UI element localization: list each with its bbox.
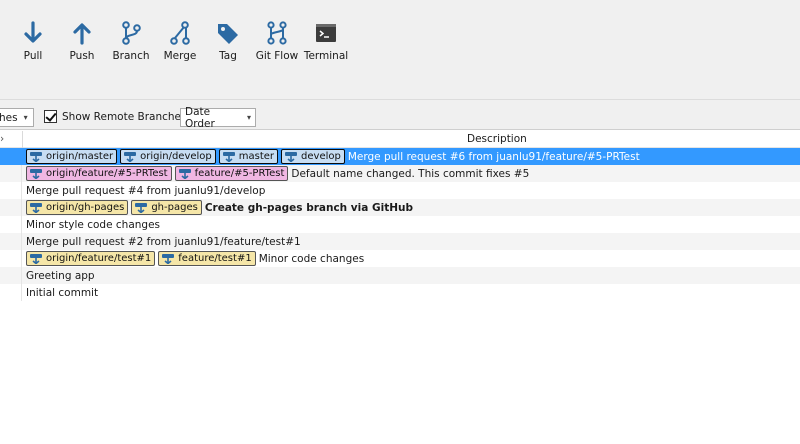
remote-branch-icon [29, 202, 43, 214]
terminal-icon [316, 24, 336, 42]
branch-label: Branch [112, 50, 150, 62]
branch-icon [222, 151, 236, 163]
graph-cell [0, 182, 22, 199]
local-branch-label[interactable]: feature/#5-PRTest [174, 166, 289, 181]
commit-message: Minor style code changes [26, 218, 160, 231]
branch-icon [122, 21, 141, 45]
branch-name: feature/#5-PRTest [194, 168, 285, 179]
remote-branch-label[interactable]: origin/master [26, 149, 118, 164]
commit-row[interactable]: origin/feature/#5-PRTest feature/#5-PRTes… [0, 165, 800, 182]
git-flow-button[interactable]: Git Flow [251, 20, 303, 62]
remote-branch-label[interactable]: origin/gh-pages [26, 200, 129, 215]
commit-row[interactable]: Initial commit [0, 284, 800, 301]
commit-message: Minor code changes [258, 252, 365, 265]
pull-icon [24, 21, 42, 43]
branch-icon [284, 151, 298, 163]
merge-icon [170, 21, 190, 45]
commit-row[interactable]: Greeting app [0, 267, 800, 284]
pull-button[interactable]: Pull [7, 20, 59, 62]
branch-button[interactable]: Branch [105, 20, 157, 62]
terminal-label: Terminal [303, 50, 349, 62]
commit-message: Create gh-pages branch via GitHub [204, 201, 414, 214]
branch-icon [178, 168, 192, 180]
branch-name: feature/test#1 [178, 253, 252, 264]
local-branch-label[interactable]: develop [281, 149, 345, 164]
push-label: Push [69, 50, 95, 62]
push-icon [73, 23, 91, 45]
show-remote-checkbox[interactable] [44, 110, 57, 123]
tag-label: Tag [219, 50, 237, 62]
git-flow-icon [267, 21, 287, 45]
branch-name: origin/master [46, 151, 114, 162]
local-branch-label[interactable]: gh-pages [131, 200, 202, 215]
branch-name: gh-pages [151, 202, 198, 213]
merge-button[interactable]: Merge [154, 20, 206, 62]
branch-name: origin/gh-pages [46, 202, 125, 213]
commit-message: Initial commit [26, 286, 99, 299]
branches-combo-value: hes [0, 111, 18, 124]
branch-name: origin/develop [140, 151, 212, 162]
branch-name: master [238, 151, 275, 162]
commit-list: origin/master origin/develop master develop… [0, 148, 800, 301]
commit-message: Merge pull request #6 from juanlu91/feat… [347, 150, 640, 163]
graph-cell [0, 233, 22, 250]
graph-column-header[interactable]: › [0, 133, 4, 145]
graph-cell [0, 250, 22, 267]
column-separator[interactable] [22, 131, 23, 148]
commit-row[interactable]: origin/gh-pages gh-pages Create gh-pages b… [0, 199, 800, 216]
graph-cell [0, 165, 22, 182]
branch-name: develop [301, 151, 341, 162]
order-combo-value: Date Order [185, 105, 215, 130]
branch-name: origin/feature/#5-PRTest [46, 168, 168, 179]
branch-icon [161, 253, 175, 265]
description-column-header[interactable]: Description [467, 133, 527, 145]
local-branch-label[interactable]: master [218, 149, 279, 164]
show-remote-label: Show Remote Branches [62, 110, 187, 123]
remote-branch-icon [29, 168, 43, 180]
local-branch-label[interactable]: feature/test#1 [158, 251, 256, 266]
graph-cell [0, 199, 22, 216]
commit-message: Merge pull request #2 from juanlu91/feat… [26, 235, 301, 248]
branch-icon [134, 202, 148, 214]
graph-cell [0, 267, 22, 284]
remote-branch-label[interactable]: origin/develop [120, 149, 216, 164]
push-button[interactable]: Push [56, 20, 108, 62]
commit-message: Greeting app [26, 269, 95, 282]
commit-row[interactable]: Minor style code changes [0, 216, 800, 233]
filter-bar: hes ▾ Show Remote Branches Date Order ▾ [0, 100, 800, 130]
chevron-down-icon: ▾ [246, 113, 251, 122]
commit-row[interactable]: Merge pull request #4 from juanlu91/deve… [0, 182, 800, 199]
commit-row[interactable]: origin/feature/test#1 feature/test#1 Minor… [0, 250, 800, 267]
merge-label: Merge [163, 50, 197, 62]
branch-name: origin/feature/test#1 [46, 253, 152, 264]
graph-cell [0, 284, 22, 301]
tag-button[interactable]: Tag [202, 20, 254, 62]
order-combo[interactable]: Date Order ▾ [180, 105, 256, 130]
remote-branch-label[interactable]: origin/feature/#5-PRTest [26, 166, 172, 181]
commit-message: Merge pull request #4 from juanlu91/deve… [26, 184, 266, 197]
commit-row[interactable]: origin/master origin/develop master develop… [0, 148, 800, 165]
graph-cell [0, 216, 22, 233]
git-flow-label: Git Flow [255, 50, 299, 62]
tag-icon [218, 24, 238, 44]
terminal-button[interactable]: Terminal [300, 20, 352, 62]
commit-row[interactable]: Merge pull request #2 from juanlu91/feat… [0, 233, 800, 250]
chevron-down-icon: ▾ [23, 113, 28, 122]
show-remote-branches[interactable]: Show Remote Branches [44, 110, 187, 123]
pull-label: Pull [23, 50, 43, 62]
toolbar: Pull Push Branch Merge Tag Git Flow Term… [0, 0, 800, 100]
remote-branch-icon [123, 151, 137, 163]
remote-branch-label[interactable]: origin/feature/test#1 [26, 251, 156, 266]
branches-combo[interactable]: hes ▾ [0, 108, 34, 127]
remote-branch-icon [29, 253, 43, 265]
graph-cell [0, 148, 22, 165]
remote-branch-icon [29, 151, 43, 163]
commit-message: Default name changed. This commit fixes … [291, 167, 530, 180]
commit-table-header: › Description [0, 131, 800, 148]
